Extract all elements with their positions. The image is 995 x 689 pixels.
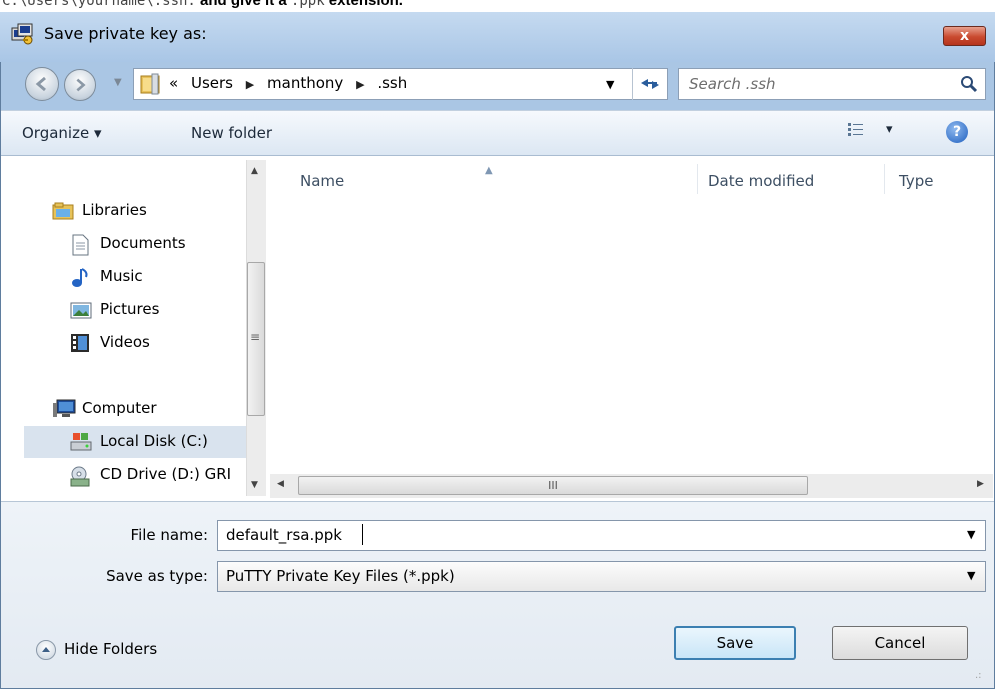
instruction-text: C:\Users\yourname\.ssh. and give it a .p… bbox=[2, 0, 403, 9]
breadcrumb-separator-icon[interactable]: ▶ bbox=[246, 78, 254, 91]
breadcrumb-ssh[interactable]: .ssh bbox=[377, 74, 407, 92]
music-icon bbox=[70, 267, 90, 293]
instruction-path: C:\Users\yourname\.ssh. bbox=[2, 0, 196, 9]
cancel-button[interactable]: Cancel bbox=[832, 626, 968, 660]
nav-label-music: Music bbox=[100, 267, 143, 285]
sort-ascending-icon: ▲ bbox=[485, 165, 493, 176]
breadcrumb: « Users ▶ manthony ▶ .ssh bbox=[169, 74, 415, 92]
file-name-label: File name: bbox=[130, 526, 208, 544]
save-type-label: Save as type: bbox=[106, 567, 208, 585]
column-divider[interactable] bbox=[697, 164, 698, 194]
instruction-end: extension. bbox=[324, 0, 403, 9]
nav-item-computer[interactable]: Computer bbox=[52, 399, 242, 421]
nav-item-pictures[interactable]: Pictures bbox=[70, 300, 240, 322]
nav-item-videos[interactable]: Videos bbox=[70, 333, 240, 355]
file-list-scroll-thumb[interactable]: III bbox=[298, 476, 808, 495]
cd-drive-icon bbox=[70, 465, 92, 487]
file-name-value: default_rsa.ppk bbox=[226, 526, 342, 544]
nav-label-pictures: Pictures bbox=[100, 300, 160, 318]
back-arrow-icon bbox=[35, 76, 46, 92]
nav-item-cd-drive[interactable]: CD Drive (D:) GRI bbox=[70, 465, 245, 487]
window-title: Save private key as: bbox=[44, 24, 207, 43]
scroll-right-icon[interactable]: ▶ bbox=[977, 479, 984, 489]
nav-label-local-disk: Local Disk (C:) bbox=[100, 432, 208, 450]
resize-grip-icon[interactable]: .: bbox=[975, 670, 982, 681]
organize-button[interactable]: Organize ▾ bbox=[22, 124, 102, 142]
recent-pages-dropdown[interactable]: ▼ bbox=[114, 77, 128, 93]
save-button[interactable]: Save bbox=[674, 626, 796, 660]
nav-label-computer: Computer bbox=[82, 399, 157, 417]
libraries-icon bbox=[52, 201, 74, 225]
breadcrumb-separator-icon[interactable]: ▶ bbox=[356, 78, 364, 91]
search-icon[interactable] bbox=[960, 75, 978, 97]
text-cursor bbox=[362, 524, 363, 545]
breadcrumb-overflow[interactable]: « bbox=[169, 74, 178, 92]
putty-key-icon bbox=[10, 22, 36, 46]
nav-item-music[interactable]: Music bbox=[70, 267, 240, 289]
column-divider[interactable] bbox=[884, 164, 885, 194]
breadcrumb-manthony[interactable]: manthony bbox=[267, 74, 343, 92]
forward-button[interactable] bbox=[64, 69, 96, 101]
hide-folders-button[interactable]: Hide Folders bbox=[64, 640, 157, 658]
refresh-button[interactable] bbox=[632, 68, 668, 100]
nav-label-videos: Videos bbox=[100, 333, 150, 351]
scroll-grip: ≡ bbox=[250, 330, 261, 344]
address-dropdown-icon[interactable]: ▼ bbox=[606, 78, 614, 91]
close-button[interactable]: x bbox=[943, 26, 986, 46]
help-icon[interactable]: ? bbox=[946, 121, 968, 143]
view-dropdown-icon[interactable]: ▾ bbox=[886, 122, 893, 137]
breadcrumb-users[interactable]: Users bbox=[191, 74, 233, 92]
search-placeholder: Search .ssh bbox=[689, 75, 776, 93]
details-view-icon bbox=[848, 123, 863, 136]
forward-arrow-icon bbox=[76, 78, 86, 92]
back-button[interactable] bbox=[25, 67, 59, 101]
instruction-mid: and give it a bbox=[195, 0, 291, 9]
local-disk-icon bbox=[70, 432, 92, 456]
instruction-ext: .ppk bbox=[290, 0, 325, 9]
new-folder-button[interactable]: New folder bbox=[191, 124, 272, 142]
scroll-up-icon[interactable]: ▲ bbox=[251, 166, 258, 176]
column-date-modified[interactable]: Date modified bbox=[708, 172, 814, 190]
view-options-button[interactable] bbox=[847, 122, 865, 142]
column-type[interactable]: Type bbox=[899, 172, 933, 190]
refresh-icon bbox=[641, 79, 659, 89]
nav-item-libraries[interactable]: Libraries bbox=[52, 201, 232, 223]
pictures-icon bbox=[70, 300, 92, 324]
column-name[interactable]: Name bbox=[300, 172, 344, 190]
nav-item-local-disk[interactable]: Local Disk (C:) bbox=[70, 432, 240, 454]
hide-folders-icon[interactable] bbox=[36, 640, 56, 660]
scroll-left-icon[interactable]: ◀ bbox=[277, 479, 284, 489]
nav-label-cd-drive: CD Drive (D:) GRI bbox=[100, 465, 232, 483]
file-name-dropdown-icon[interactable]: ▼ bbox=[967, 528, 975, 541]
nav-label-libraries: Libraries bbox=[82, 201, 147, 219]
instruction-strip: C:\Users\yourname\.ssh. and give it a .p… bbox=[0, 0, 995, 12]
scroll-down-icon[interactable]: ▼ bbox=[251, 480, 258, 490]
nav-label-documents: Documents bbox=[100, 234, 186, 252]
computer-icon bbox=[52, 399, 76, 423]
nav-item-documents[interactable]: Documents bbox=[70, 234, 240, 256]
command-bar bbox=[1, 110, 994, 156]
videos-icon bbox=[70, 333, 90, 357]
save-type-value: PuTTY Private Key Files (*.ppk) bbox=[226, 567, 455, 585]
save-type-dropdown-icon[interactable]: ▼ bbox=[967, 569, 975, 582]
folder-icon bbox=[140, 73, 160, 95]
documents-icon bbox=[70, 234, 90, 260]
